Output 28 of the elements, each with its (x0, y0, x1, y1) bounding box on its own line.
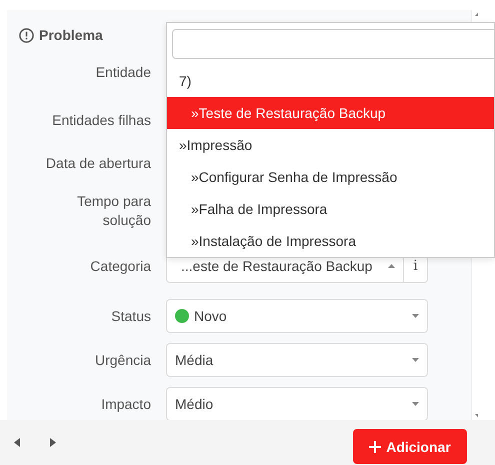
alert-circle-icon (19, 28, 34, 42)
plus-icon (369, 440, 382, 452)
status-select[interactable]: Novo (166, 299, 428, 333)
field-label: Status (111, 306, 151, 326)
search-field[interactable] (172, 29, 494, 59)
field-label: Data de abertura (46, 154, 151, 173)
caret-icon (412, 314, 419, 318)
right-arrow-icon[interactable] (50, 438, 56, 447)
field-label: Entidade (96, 62, 151, 82)
field-label: Urgência (94, 350, 151, 370)
caret-icon (412, 402, 419, 406)
field-label: Tempo para solução (76, 192, 151, 230)
dropdown-option[interactable]: »Falha de Impressora (167, 193, 494, 225)
dropdown-option[interactable]: »Impressão (167, 129, 494, 161)
select-field[interactable]: Médio (166, 387, 428, 420)
left-arrow-icon[interactable] (14, 438, 20, 447)
section-title: Problema (39, 27, 103, 43)
field-label: Impacto (101, 394, 151, 414)
select-field[interactable]: Média (166, 343, 428, 377)
dropdown-option[interactable]: 7) (167, 65, 494, 97)
dropdown-option[interactable]: »Configurar Senha de Impressão (167, 161, 494, 193)
caret-icon (388, 264, 395, 268)
add-button[interactable]: Adicionar (353, 429, 467, 464)
field-label: Entidades filhas (52, 110, 151, 130)
caret-icon (412, 358, 419, 362)
dropdown-option[interactable]: »Teste de Restauração Backup (167, 97, 494, 129)
field-label: Categoria (90, 256, 151, 276)
dropdown-option[interactable]: »Instalação de Impressora (167, 225, 494, 257)
